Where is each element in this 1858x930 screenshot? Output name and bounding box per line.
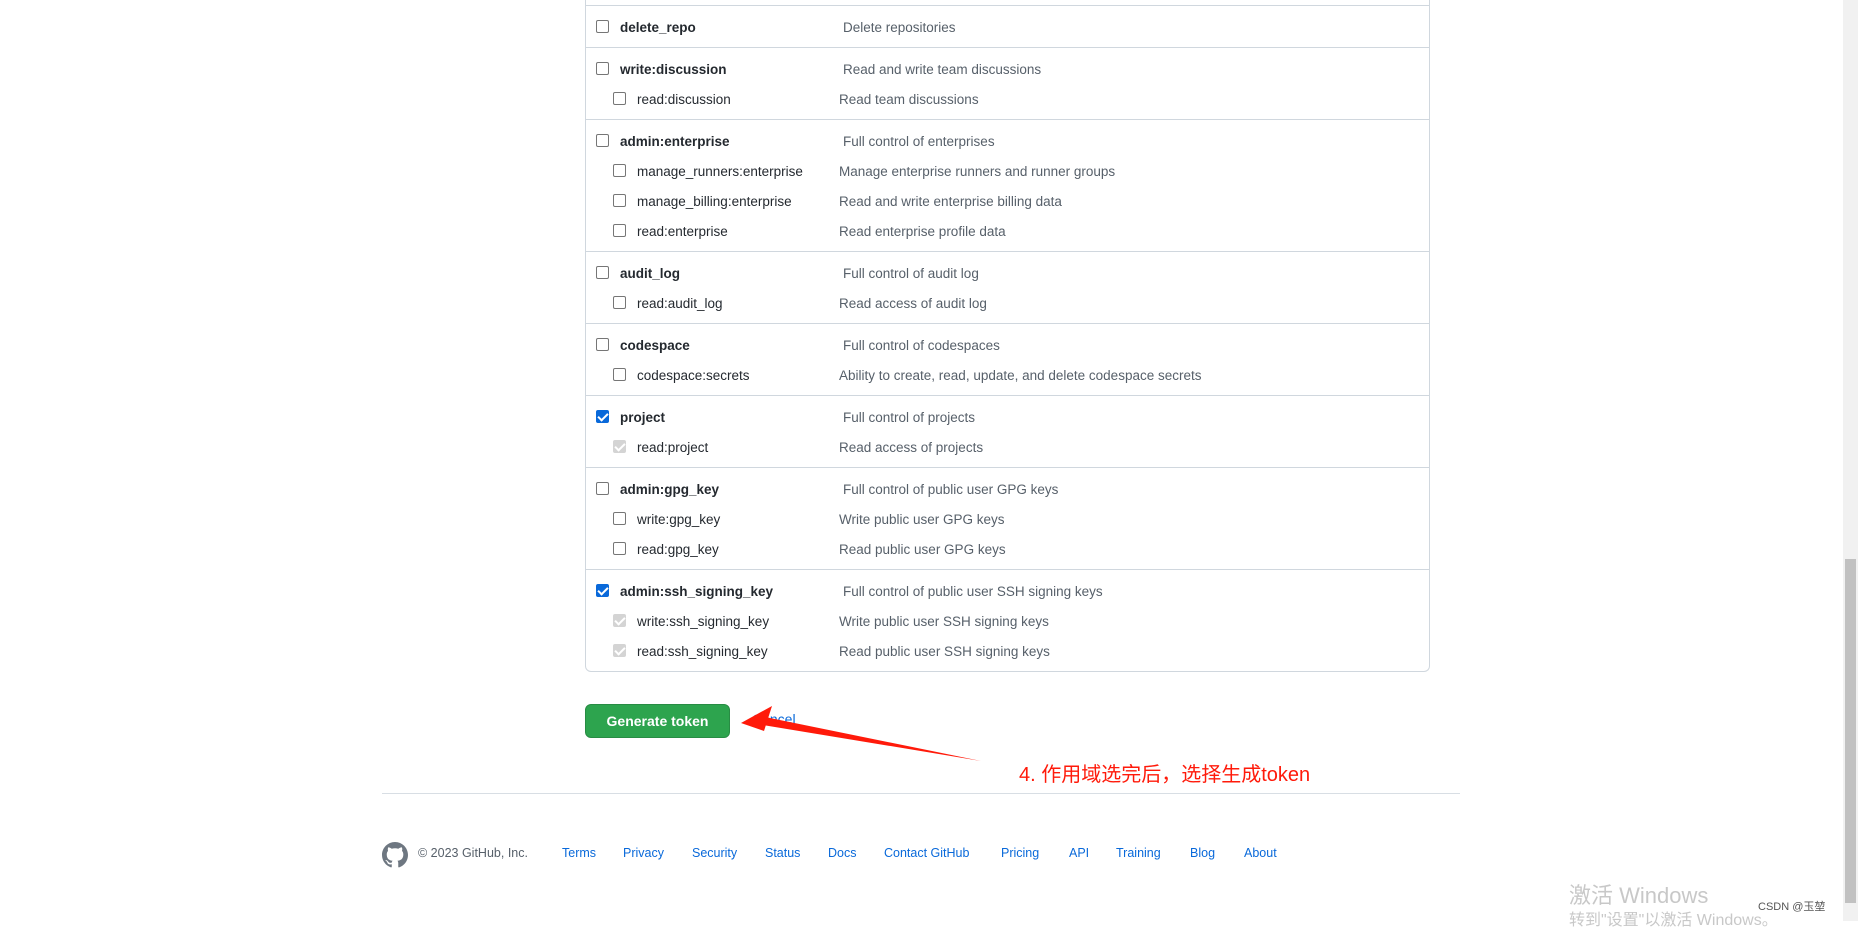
footer-link[interactable]: Privacy [623,846,664,860]
footer-link[interactable]: Security [692,846,737,860]
footer-link[interactable]: Pricing [1001,846,1039,860]
footer-link[interactable]: Training [1116,846,1161,860]
scrollbar[interactable] [1843,0,1858,921]
annotation-text: 4. 作用域选完后，选择生成token [1019,764,1311,786]
footer-link[interactable]: Blog [1190,846,1215,860]
footer-divider [382,793,1460,794]
footer: © 2023 GitHub, Inc. Terms Privacy Security… [382,842,1482,868]
windows-watermark-subtitle: 转到"设置"以激活 Windows。 [1569,912,1778,929]
footer-link[interactable]: Status [765,846,800,860]
footer-link[interactable]: API [1069,846,1089,860]
github-logo-icon[interactable] [382,842,408,868]
footer-link[interactable]: Docs [828,846,856,860]
footer-link[interactable]: Terms [562,846,596,860]
scrollbar-thumb[interactable] [1845,559,1856,903]
annotation-arrow [741,706,981,761]
footer-link[interactable]: About [1244,846,1277,860]
csdn-watermark: CSDN @玉堃 [1758,898,1826,914]
footer-link[interactable]: Contact GitHub [884,846,969,860]
copyright-text: © 2023 GitHub, Inc. [418,846,528,860]
